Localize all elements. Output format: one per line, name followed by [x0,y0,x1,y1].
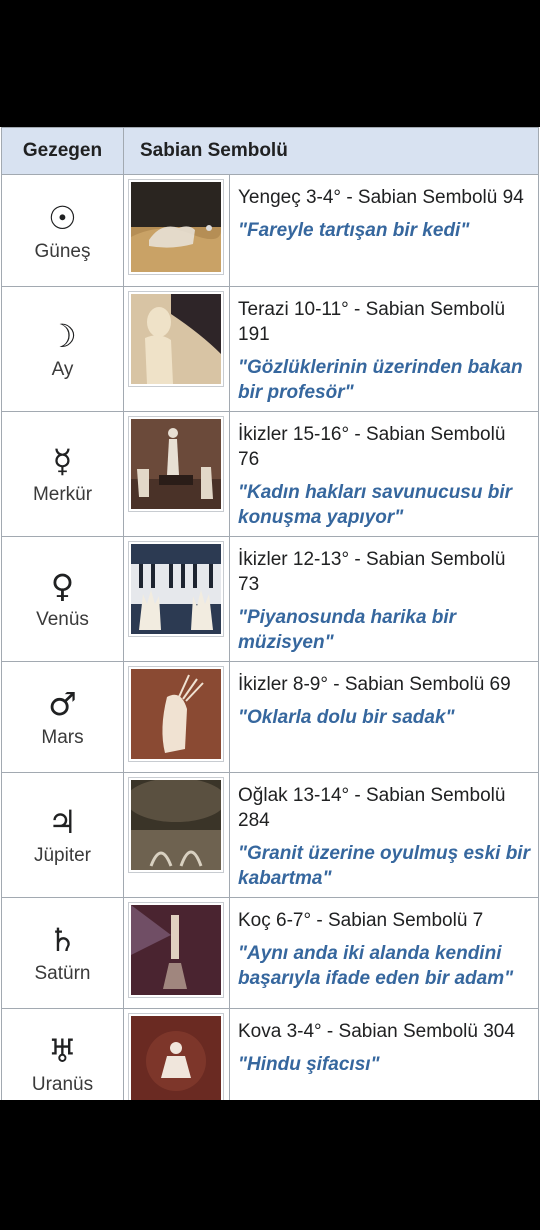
painting-thumbnail[interactable] [128,541,224,637]
planet-name: Merkür [32,484,93,505]
jupiter-symbol-icon: ♃ [48,803,77,841]
description-cell: Oğlak 13-14° - Sabian Sembolü 284 "Grani… [229,772,539,898]
venus-symbol-icon: ♀ [50,567,75,605]
description-cell: İkizler 12-13° - Sabian Sembolü 73 "Piya… [229,536,539,662]
degree-text: Yengeç 3-4° - Sabian Sembolü 94 [238,187,524,208]
image-cell [123,897,230,1009]
description-cell: Terazi 10-11° - Sabian Sembolü 191 "Gözl… [229,286,539,412]
image-cell [123,1008,230,1100]
planet-cell: ♂ Mars [1,661,124,773]
table-row: ♅ Uranüs Kova 3-4° - Sabian Sembolü 304 … [1,1008,539,1100]
symbol-link[interactable]: "Oklarla dolu bir sadak" [238,705,530,730]
table-row: ☿ Merkür İkizler 15-16° - Sabian Sembolü… [1,411,539,537]
planet-name: Mars [41,727,84,748]
image-cell [123,772,230,898]
sun-symbol-icon: ☉ [48,198,77,237]
description-cell: Koç 6-7° - Sabian Sembolü 7 "Aynı anda i… [229,897,539,1009]
degree-text: Oğlak 13-14° - Sabian Sembolü 284 [238,785,506,831]
granite-relief-painting [126,778,226,870]
quiver-painting [131,669,221,759]
sabian-symbols-table: Gezegen Sabian Sembolü ☉ Güneş Yengeç 3-… [1,127,539,1100]
image-cell [123,411,230,537]
table-header-row: Gezegen Sabian Sembolü [1,127,539,175]
painting-thumbnail[interactable] [128,902,224,998]
moon-symbol-icon: ☽ [48,317,77,355]
planet-cell: ☽ Ay [1,286,124,412]
planet-cell: ♄ Satürn [1,897,124,1009]
man-two-realms-painting [131,905,221,995]
planet-cell: ♅ Uranüs [1,1008,124,1100]
painting-thumbnail[interactable] [128,416,224,512]
degree-text: İkizler 12-13° - Sabian Sembolü 73 [238,549,506,595]
painting-thumbnail[interactable] [128,1013,224,1100]
planet-name: Ay [51,359,74,380]
symbol-link[interactable]: "Gözlüklerinin üzerinden bakan bir profe… [238,355,530,405]
degree-text: Kova 3-4° - Sabian Sembolü 304 [238,1021,515,1042]
table-row: ☽ Ay Terazi 10-11° - Sabian Sembolü 191 … [1,286,539,412]
planet-name: Güneş [34,240,91,262]
header-planet: Gezegen [1,127,124,175]
image-cell [123,174,230,287]
professor-painting [131,294,221,384]
header-sabian-symbol: Sabian Sembolü [123,127,539,175]
painting-thumbnail[interactable] [126,777,226,873]
symbol-link[interactable]: "Kadın hakları savunucusu bir konuşma ya… [238,480,530,530]
mars-symbol-icon: ♂ [48,685,77,723]
womens-rights-painting [131,419,221,509]
painting-thumbnail[interactable] [128,666,224,762]
table-row: ♂ Mars İkizler 8-9° - Sabian Sembolü 69 … [1,661,539,773]
article-content: Gezegen Sabian Sembolü ☉ Güneş Yengeç 3-… [0,127,540,1100]
degree-text: Koç 6-7° - Sabian Sembolü 7 [238,910,484,931]
painting-thumbnail[interactable] [128,291,224,387]
description-cell: Kova 3-4° - Sabian Sembolü 304 "Hindu şi… [229,1008,539,1100]
symbol-link[interactable]: "Aynı anda iki alanda kendini başarıyla … [238,941,530,991]
degree-text: İkizler 8-9° - Sabian Sembolü 69 [238,674,511,695]
table-row: ♄ Satürn Koç 6-7° - Sabian Sembolü 7 "Ay… [1,897,539,1009]
planet-cell: ♀ Venüs [1,536,124,662]
image-cell [123,286,230,412]
description-cell: İkizler 15-16° - Sabian Sembolü 76 "Kadı… [229,411,539,537]
table-row: ♀ Venüs İkizler 12-13° - Sabian Sembolü … [1,536,539,662]
planet-name: Satürn [34,963,91,984]
pianist-painting [131,544,221,634]
image-cell [123,536,230,662]
planet-cell: ☿ Merkür [1,411,124,537]
image-cell [123,661,230,773]
uranus-symbol-icon: ♅ [48,1032,77,1070]
symbol-link[interactable]: "Granit üzerine oyulmuş eski bir kabartm… [238,841,530,891]
degree-text: Terazi 10-11° - Sabian Sembolü 191 [238,299,506,345]
table-row: ☉ Güneş Yengeç 3-4° - Sabian Sembolü 94 … [1,174,539,287]
table-row: ♃ Jüpiter Oğlak 13-14° - Sabian Sembolü … [1,772,539,898]
painting-thumbnail[interactable] [128,179,224,275]
planet-cell: ♃ Jüpiter [1,772,124,898]
planet-name: Uranüs [31,1074,94,1095]
phone-screen: Gezegen Sabian Sembolü ☉ Güneş Yengeç 3-… [0,0,540,1230]
symbol-link[interactable]: "Piyanosunda harika bir müzisyen" [238,605,530,655]
hindu-healer-painting [131,1016,221,1100]
symbol-link[interactable]: "Hindu şifacısı" [238,1052,530,1077]
symbol-link[interactable]: "Fareyle tartışan bir kedi" [238,218,530,243]
description-cell: İkizler 8-9° - Sabian Sembolü 69 "Oklarl… [229,661,539,773]
mercury-symbol-icon: ☿ [52,442,73,480]
degree-text: İkizler 15-16° - Sabian Sembolü 76 [238,424,506,470]
cat-and-mouse-painting [131,182,221,272]
saturn-symbol-icon: ♄ [48,921,77,959]
description-cell: Yengeç 3-4° - Sabian Sembolü 94 "Fareyle… [229,174,539,287]
planet-cell: ☉ Güneş [1,174,124,287]
planet-name: Venüs [36,609,89,630]
planet-name: Jüpiter [33,845,92,866]
